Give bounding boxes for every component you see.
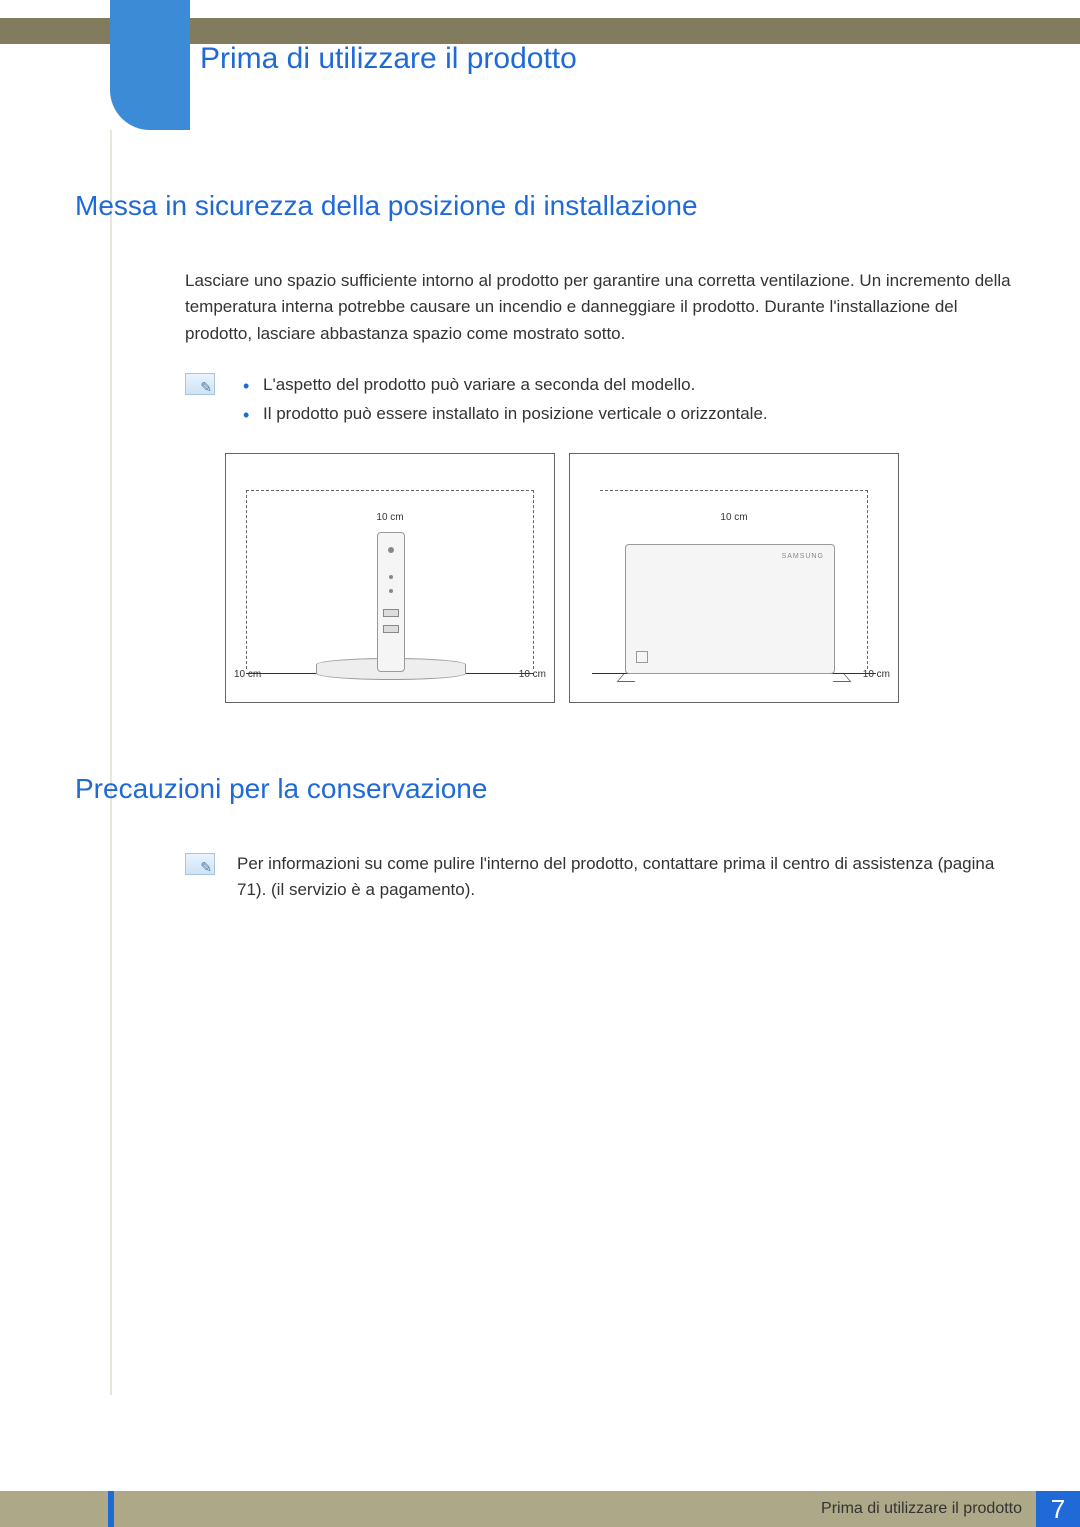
- diagram-vertical: 10 cm 10 cm 10 cm: [225, 453, 555, 703]
- diagram-horizontal: 10 cm 10 cm SAMSUNG: [569, 453, 899, 703]
- note-icon: [185, 373, 215, 395]
- note-block: L'aspetto del prodotto può variare a sec…: [185, 371, 1015, 429]
- section-heading-installation: Messa in sicurezza della posizione di in…: [75, 190, 1015, 222]
- note-block-storage: Per informazioni su come pulire l'intern…: [185, 851, 1015, 904]
- page-content: Messa in sicurezza della posizione di in…: [75, 190, 1015, 928]
- page-footer: Prima di utilizzare il prodotto 7: [0, 1491, 1080, 1527]
- clearance-diagrams: 10 cm 10 cm 10 cm 10 cm 10 cm SAMSUNG: [225, 453, 1015, 703]
- clearance-label-left: 10 cm: [232, 669, 263, 680]
- chapter-title: Prima di utilizzare il prodotto: [200, 42, 577, 76]
- brand-label: SAMSUNG: [782, 553, 824, 560]
- storage-note-text: Per informazioni su come pulire l'intern…: [237, 851, 1015, 904]
- page-number: 7: [1036, 1491, 1080, 1527]
- section-heading-storage: Precauzioni per la conservazione: [75, 773, 1015, 805]
- note-list: L'aspetto del prodotto può variare a sec…: [237, 371, 768, 429]
- footer-accent: [108, 1491, 114, 1527]
- installation-paragraph: Lasciare uno spazio sufficiente intorno …: [185, 268, 1015, 347]
- chapter-tab: [110, 0, 190, 130]
- note-item: L'aspetto del prodotto può variare a sec…: [237, 371, 768, 400]
- clearance-label-right: 10 cm: [861, 669, 892, 680]
- footer-chapter-label: Prima di utilizzare il prodotto: [821, 1500, 1036, 1518]
- clearance-label-right: 10 cm: [517, 669, 548, 680]
- note-item: Il prodotto può essere installato in pos…: [237, 400, 768, 429]
- clearance-label-top: 10 cm: [374, 512, 405, 523]
- clearance-label-top: 10 cm: [718, 512, 749, 523]
- note-icon: [185, 853, 215, 875]
